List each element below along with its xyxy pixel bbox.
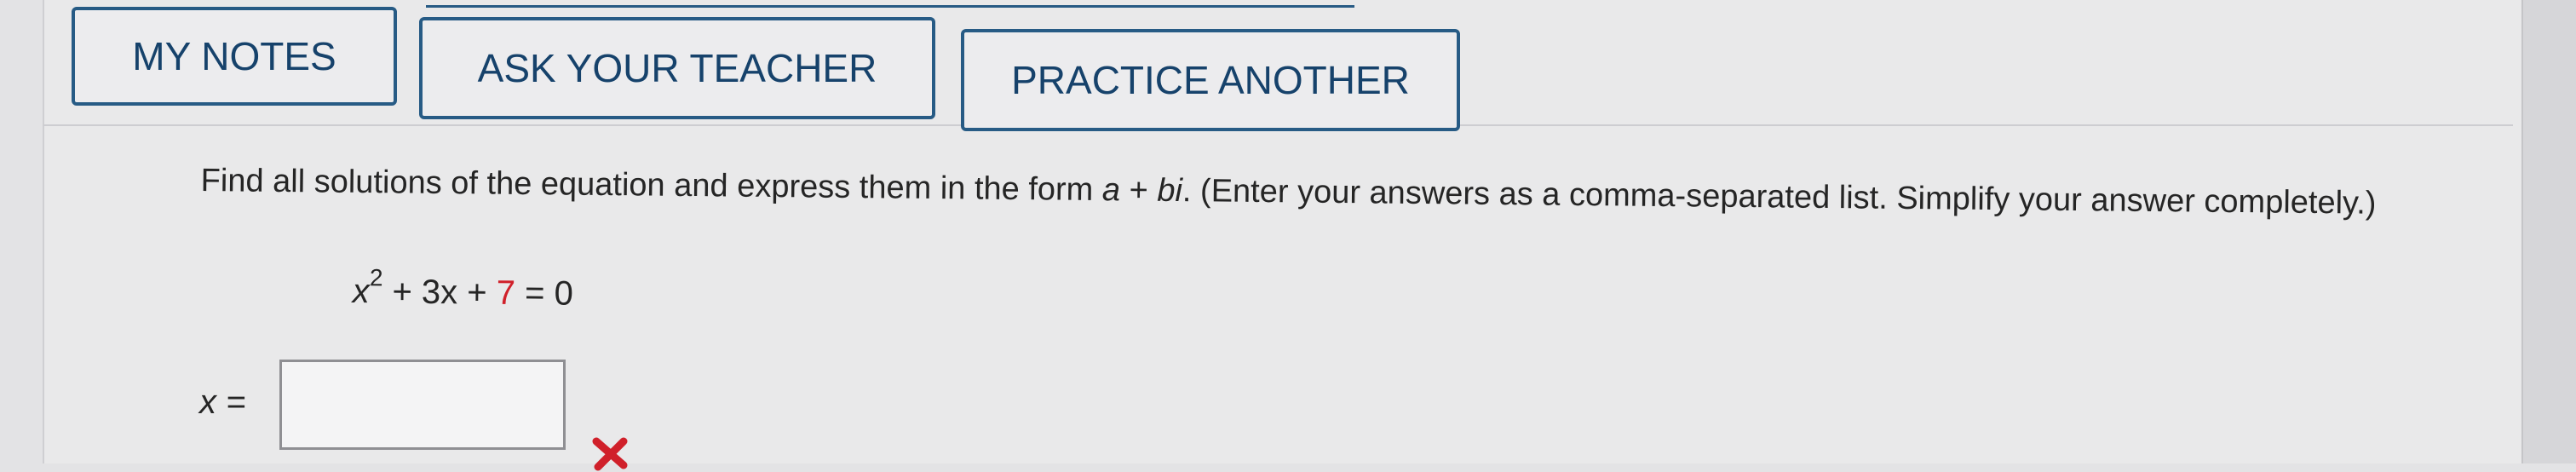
equation-middle: + 3x + (382, 273, 497, 312)
ask-your-teacher-button[interactable]: ASK YOUR TEACHER (419, 17, 935, 119)
incorrect-x-icon (592, 437, 628, 471)
answer-label: x = (199, 383, 246, 421)
form-plus: + (1119, 172, 1158, 209)
ask-your-teacher-label: ASK YOUR TEACHER (477, 46, 877, 90)
equation-x-term: x (352, 273, 370, 311)
top-edge-strip (426, 0, 1354, 8)
answer-input[interactable] (279, 360, 566, 450)
my-notes-label: MY NOTES (132, 34, 336, 78)
scrollbar-edge (2521, 0, 2576, 463)
instructions-text-end: . (Enter your answers as a comma-separat… (1182, 173, 2377, 222)
equation: x2 + 3x + 7 = 0 (352, 264, 574, 314)
equation-rhs: = 0 (515, 274, 574, 313)
my-notes-button[interactable]: MY NOTES (72, 7, 397, 106)
instructions-text-start: Find all solutions of the equation and e… (200, 162, 1103, 209)
form-bi: bi (1157, 172, 1183, 210)
equation-exponent: 2 (369, 264, 383, 291)
equation-constant: 7 (496, 273, 516, 313)
form-a: a (1101, 172, 1121, 209)
practice-another-label: PRACTICE ANOTHER (1011, 58, 1410, 102)
practice-another-button[interactable]: PRACTICE ANOTHER (961, 29, 1460, 131)
